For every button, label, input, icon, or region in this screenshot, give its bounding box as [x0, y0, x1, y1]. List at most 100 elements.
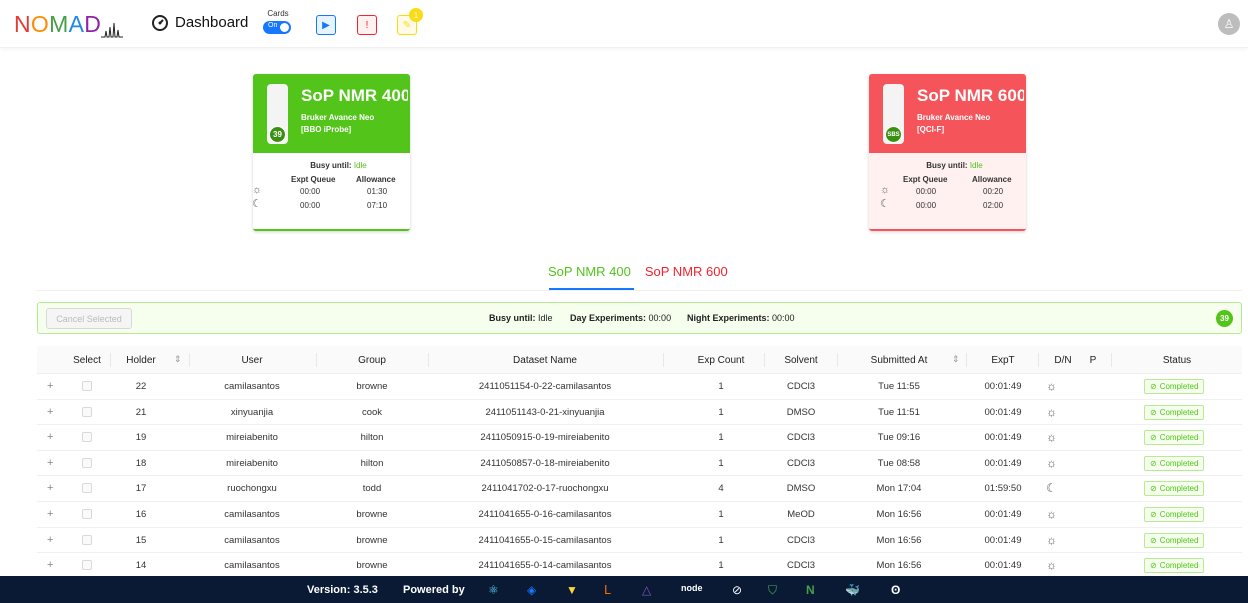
status-text: Completed — [1159, 561, 1199, 571]
tab-nmr600[interactable]: SoP NMR 600 — [645, 264, 728, 279]
group-cell: browne — [356, 508, 388, 520]
instrument-card-nmr400[interactable]: 39 SoP NMR 400 Bruker Avance Neo [BBO iPr… — [253, 74, 410, 231]
expand-row-icon[interactable]: + — [47, 508, 53, 520]
moon-icon: ☾ — [880, 198, 890, 210]
row-checkbox[interactable] — [82, 534, 92, 545]
vite-icon[interactable]: ▼ — [566, 583, 578, 597]
busy-label: Busy until: — [489, 313, 536, 323]
table-row[interactable]: +15 camilasantos browne 2411041655-0-15-cam… — [37, 528, 1242, 554]
unocss-icon[interactable]: ᒪ — [604, 583, 611, 597]
shield-icon[interactable]: ⛉ — [768, 583, 777, 598]
col-group: Group — [358, 355, 386, 366]
dataset-name-cell: 2411051143-0-21-xinyuanjia — [485, 406, 605, 418]
expt-cell: 00:01:49 — [984, 534, 1022, 546]
nodejs-icon[interactable]: node — [681, 583, 703, 593]
table-row[interactable]: +19 mireiabenito hilton 2411050915-0-19-mir… — [37, 425, 1242, 451]
expand-row-icon[interactable]: + — [47, 457, 53, 469]
experiments-table: +22 camilasantos browne 2411051154-0-22-cam… — [37, 374, 1242, 579]
expand-row-icon[interactable]: + — [47, 482, 53, 494]
expand-row-icon[interactable]: + — [47, 406, 53, 418]
solvent-cell: DMSO — [786, 483, 816, 495]
run-button[interactable]: ▶ — [316, 15, 336, 35]
group-cell: hilton — [360, 457, 384, 469]
table-row[interactable]: +14 camilasantos browne 2411041655-0-14-cam… — [37, 553, 1242, 579]
alert-button[interactable]: ! — [357, 15, 377, 35]
expand-row-icon[interactable]: + — [47, 534, 53, 546]
table-row[interactable]: +18 mireiabenito hilton 2411050857-0-18-mir… — [37, 451, 1242, 477]
group-cell: browne — [356, 534, 388, 546]
sun-icon: ☼ — [1046, 558, 1057, 573]
apollo-icon[interactable]: △ — [642, 583, 651, 597]
instrument-probe: [BBO iProbe] — [301, 125, 352, 134]
row-checkbox[interactable] — [82, 560, 92, 571]
holder-badge: SBS — [885, 126, 902, 143]
solvent-cell: MeOD — [787, 508, 815, 520]
top-header: N O M A D Dashboard Cards On ▶ ! ✎ 1 ♙ — [0, 0, 1248, 48]
table-row[interactable]: +16 camilasantos browne 2411041655-0-16-cam… — [37, 502, 1242, 528]
sort-icon[interactable]: ⇕ — [952, 354, 960, 365]
col-exp-count: Exp Count — [697, 355, 745, 366]
group-cell: browne — [356, 560, 388, 572]
status-text: Completed — [1159, 535, 1199, 545]
cards-switch[interactable]: On — [263, 21, 291, 34]
exp-count-cell: 4 — [718, 483, 724, 495]
logo-letter: A — [68, 11, 85, 37]
notes-button[interactable]: ✎ 1 — [397, 8, 423, 35]
queue-label: Expt Queue — [903, 175, 948, 184]
user-avatar[interactable]: ♙ — [1218, 13, 1240, 35]
status-text: Completed — [1159, 382, 1199, 391]
react-icon[interactable]: ⚛ — [488, 583, 499, 597]
check-circle-icon: ⊘ — [1150, 484, 1157, 494]
row-checkbox[interactable] — [82, 457, 92, 468]
docker-icon[interactable]: 🐳 — [845, 583, 860, 597]
table-row[interactable]: +22 camilasantos browne 2411051154-0-22-cam… — [37, 374, 1242, 400]
status-badge: ⊘ Completed — [1144, 379, 1205, 394]
dashboard-label: Dashboard — [175, 14, 249, 31]
day-allowance: 01:30 — [367, 187, 388, 196]
col-dataset-name: Dataset Name — [513, 355, 577, 366]
exp-count-cell: 1 — [718, 432, 724, 444]
solvent-cell: CDCl3 — [787, 560, 815, 572]
sun-icon: ☼ — [1046, 455, 1057, 470]
user-cell: camilasantos — [224, 560, 280, 572]
ant-design-icon[interactable]: ◈ — [527, 583, 536, 597]
sort-icon[interactable]: ⇕ — [174, 354, 182, 365]
row-checkbox[interactable] — [82, 483, 92, 494]
row-checkbox[interactable] — [82, 381, 92, 391]
user-cell: camilasantos — [224, 381, 280, 392]
day-experiments-label: Day Experiments: — [570, 313, 647, 323]
expt-cell: 01:59:50 — [984, 483, 1022, 495]
instrument-card-nmr600[interactable]: SBS SoP NMR 600 Bruker Avance Neo [QCI-F]… — [869, 74, 1026, 231]
col-holder[interactable]: Holder — [126, 355, 155, 366]
day-queue: 00:00 — [300, 187, 321, 196]
row-checkbox[interactable] — [82, 406, 92, 417]
busy-label: Busy until: — [310, 161, 352, 170]
nginx-icon[interactable]: N — [806, 583, 815, 597]
row-checkbox[interactable] — [82, 508, 92, 519]
nomad-logo[interactable]: N O M A D — [14, 10, 124, 38]
submitted-at-cell: Tue 09:16 — [877, 432, 921, 444]
expand-row-icon[interactable]: + — [47, 380, 53, 392]
expand-row-icon[interactable]: + — [47, 431, 53, 443]
notification-badge: 1 — [409, 8, 423, 22]
compass-icon[interactable]: ⊘ — [732, 583, 742, 597]
github-icon[interactable]: ʘ — [891, 583, 900, 597]
status-badge: ⊘ Completed — [1144, 532, 1205, 548]
instrument-model: Bruker Avance Neo — [917, 113, 991, 122]
cards-toggle[interactable]: Cards On — [263, 9, 293, 34]
dataset-name-cell: 2411050857-0-18-mireiabenito — [480, 457, 610, 469]
solvent-cell: CDCl3 — [787, 432, 815, 444]
spectrum-icon — [101, 22, 124, 38]
expand-row-icon[interactable]: + — [47, 559, 53, 571]
tab-nmr400[interactable]: SoP NMR 400 — [548, 264, 631, 279]
row-checkbox[interactable] — [82, 432, 92, 443]
col-submitted-at[interactable]: Submitted At — [871, 355, 928, 366]
cancel-selected-button[interactable]: Cancel Selected — [46, 308, 132, 329]
exp-count-cell: 1 — [718, 457, 724, 469]
dashboard-link[interactable]: Dashboard — [152, 14, 248, 31]
table-row[interactable]: +21 xinyuanjia cook 2411051143-0-21-xinyuan… — [37, 400, 1242, 426]
table-row[interactable]: +17 ruochongxu todd 2411041702-0-17-ruochon… — [37, 476, 1242, 502]
allowance-label: Allowance — [972, 175, 1012, 184]
user-cell: camilasantos — [224, 508, 280, 520]
expt-cell: 00:01:49 — [984, 406, 1022, 418]
